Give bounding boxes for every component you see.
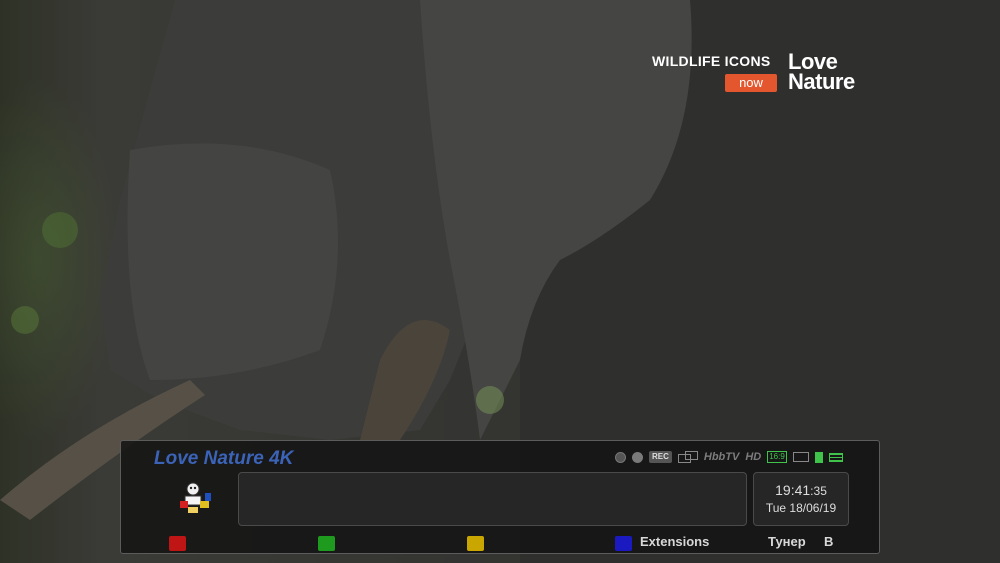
hbbtv-icon: HbbTV [703,451,740,463]
status-icons: REC HbbTV HD 16:9 [615,449,843,465]
record-dot-icon [615,451,626,463]
channel-logo: Love Nature [788,51,855,94]
tuner-label: Тунер [768,534,806,549]
clock-date: Tue 18/06/19 [765,501,837,515]
channel-name: Love Nature 4K [154,448,294,469]
green-key-button[interactable] [318,536,335,551]
aspect-16-9-icon: 16:9 [767,451,787,463]
now-badge: now [725,74,777,92]
tuner-value: B [824,534,834,549]
logo-line-2: Nature [788,69,855,94]
yellow-key-button[interactable] [467,536,484,551]
blue-key-button[interactable] [615,536,632,551]
pip-icon [677,451,698,463]
channel-picon-icon [180,482,211,513]
red-key-button[interactable] [169,536,186,551]
channel-branding: WILDLIFE ICONS now Love Nature [650,50,900,100]
rec-icon: REC [649,451,672,463]
signal-icon [814,451,823,463]
infobar: Love Nature 4K REC HbbTV HD 16:9 19:41:3… [120,440,880,554]
clock-time: 19:41:35 [775,482,827,498]
show-title: WILDLIFE ICONS [652,53,771,69]
blue-key-label[interactable]: Extensions [640,534,709,549]
subtitle-icon [792,452,809,462]
epg-event-box [238,472,747,526]
clock-seconds: 35 [813,484,827,498]
hd-icon: HD [745,451,762,463]
clock-hours-minutes: 19:41 [775,482,811,498]
clock-box: 19:41:35 Tue 18/06/19 [753,472,849,526]
record-dot-icon [632,451,643,463]
teletext-icon [828,452,843,462]
